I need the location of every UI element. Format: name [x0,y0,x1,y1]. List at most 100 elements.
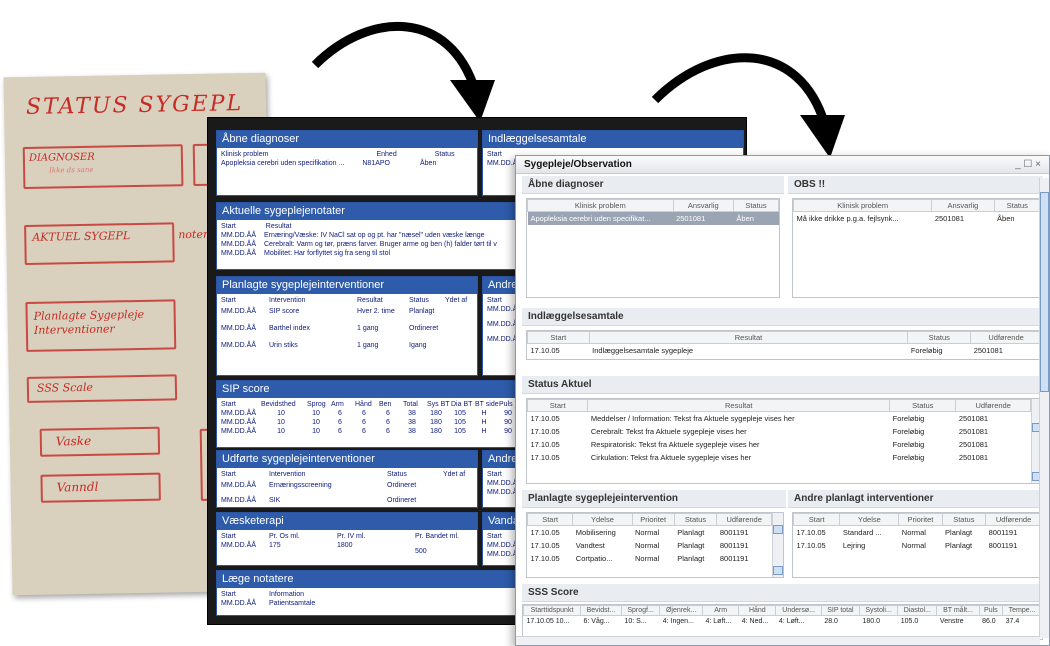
table-row[interactable]: 17.10.05 10... 6: Våg... 10: S... 4: Ingen.… [524,616,1042,628]
window-scroll-thumb[interactable] [1040,192,1049,392]
table-row[interactable]: 17.10.05 Lejring Normal Planlagt 8001191 [794,539,1042,552]
cell: Indlæggelsesamtale sygepleje [592,346,694,355]
table-row[interactable]: Må ikke drikke p.g.a. fejlsynk... 2501081… [794,212,1041,226]
col-header: BT side [475,401,499,408]
col-header[interactable]: Klinisk problem [793,199,933,212]
cell: MM.DD.ÅÅ [221,325,256,332]
col-header[interactable]: BT målt... [936,605,980,616]
col-header[interactable]: Starttidspunkt [523,605,581,616]
obs-table[interactable]: Klinisk problem Ansvarlig Status Må ikke d… [792,198,1042,298]
cell: Mobilisering [575,528,616,537]
col-header[interactable]: Start [527,399,589,412]
scroll-down-icon[interactable] [773,566,783,575]
cell: MM.DD.ÅÅ [221,542,256,549]
cell: Foreløbig [892,453,925,462]
col-header[interactable]: Undersø... [775,605,822,616]
cell: 6 [338,410,342,417]
table-row[interactable]: 17.10.05 Respiratorisk: Tekst fra Aktuele… [528,438,1031,451]
window-titlebar: Sygepleje/Observation _ ☐ × [516,156,1049,174]
cell: Normal [901,541,926,550]
sss-table[interactable]: Starttidspunkt Bevidst... Sprogf... Øjenrek… [522,604,1043,640]
col-header[interactable]: Prioritet [631,513,675,526]
col-header[interactable]: Status [941,513,987,526]
cell: SIP score [269,308,300,315]
col-header[interactable]: Klinisk problem [527,199,674,212]
col-header[interactable]: Ydelse [839,513,900,526]
plan-scrollbar[interactable] [772,513,783,577]
col-header[interactable]: Ansvarlig [931,199,995,212]
col-header[interactable]: Status [889,399,957,412]
cell: 6 [338,419,342,426]
col-header: Start [221,533,236,540]
panel-title: Åbne diagnoser [217,131,477,148]
col-header[interactable]: Arm [701,605,740,616]
col-header[interactable]: Ydelse [572,513,633,526]
col-header[interactable]: Status [907,331,972,344]
section-obs: OBS !! Klinisk problem Ansvarlig Status Må… [788,176,1043,304]
col-header[interactable]: Resultat [587,399,891,412]
cell: Standard ... [842,528,882,537]
col-header[interactable]: Udførende [985,513,1042,526]
col-header[interactable]: Udførende [970,331,1042,344]
indl-table[interactable]: Start Resultat Status Udførende 17.10.05 Ind… [526,330,1043,360]
col-header[interactable]: Øjenrek... [659,605,703,616]
table-row[interactable]: 17.10.05 Cirkulation: Tekst fra Aktuele s… [528,451,1031,464]
table-row[interactable]: Apopleksia cerebri uden specifikat... 250… [527,211,779,225]
paper-label: SSS Scale [36,380,94,395]
col-header[interactable]: Puls [978,605,1004,616]
col-header[interactable]: Udførende [955,399,1031,412]
window-scrollbar[interactable] [1039,178,1049,638]
col-header[interactable]: Start [527,513,574,526]
table-row[interactable]: 17.10.05 Meddelser / Information: Tekst f… [528,412,1031,426]
table-row[interactable]: 17.10.05 Standard ... Normal Planlagt 800119… [794,526,1042,540]
col-header: Sprog [307,401,326,408]
col-header[interactable]: Hånd [738,605,777,616]
table-row[interactable]: 17.10.05 Mobilisering Normal Planlagt 800119… [528,526,772,540]
cell: Hver 2. time [357,308,395,315]
cell: 10: S... [624,618,647,625]
cell: Normal [635,554,660,563]
cell: Barthel index [269,325,310,332]
cell: 38 [408,410,416,417]
col-header[interactable]: Status [673,513,718,526]
diag-table[interactable]: Klinisk problem Ansvarlig Status Apopleksi… [526,198,780,298]
window-hscrollbar[interactable] [516,636,1040,645]
section-indlaeggelsesamtale: Indlæggelsesamtale Start Resultat Status Ud… [522,308,1043,364]
col-header[interactable]: Bevidst... [580,605,622,616]
cell: Meddelser / Information: Tekst fra Aktue… [590,414,795,423]
andre-table[interactable]: Start Ydelse Prioritet Status Udførende 17.10… [792,512,1043,578]
col-header[interactable]: Resultat [588,331,909,344]
paper-label: Vaske [55,433,92,449]
cell: Ordineret [409,325,439,332]
col-header[interactable]: Diastol... [897,605,938,616]
col-header[interactable]: Status [732,199,779,212]
cell: 6 [386,428,390,435]
col-header[interactable]: Udførende [716,513,772,526]
col-header[interactable]: SIP total [820,605,860,616]
col-header[interactable]: Systoli... [858,605,899,616]
scroll-up-icon[interactable] [773,525,783,534]
table-row[interactable]: 17.10.05 Cortpatio... Normal Planlagt 800119… [528,552,772,565]
paper-box-vaske: Vaske [39,426,161,457]
cell: Normal [635,541,660,550]
col-header[interactable]: Prioritet [898,513,943,526]
cell: MM.DD.ÅÅ [221,342,256,349]
cell: N81APO [362,160,390,167]
cell: 38 [408,419,416,426]
status-table[interactable]: Start Resultat Status Udførende 17.10.05 Medd… [526,398,1043,484]
table-row[interactable]: 17.10.05 Vandtest Normal Planlagt 8001191 [528,539,772,552]
col-header[interactable]: Start [527,331,590,344]
cell: 17.10.05 [530,554,560,563]
col-header[interactable]: Ansvarlig [672,199,734,212]
col-header[interactable]: Sprogf... [620,605,661,616]
col-header[interactable]: Status [993,199,1041,212]
table-row[interactable]: 17.10.05 Cerebralt: Tekst fra Aktuele syg… [528,425,1031,438]
window-controls[interactable]: _ ☐ × [1015,159,1041,170]
table-row[interactable]: 17.10.05 Indlæggelsesamtale sygepleje Fore… [528,344,1042,358]
col-header[interactable]: Tempe... [1002,605,1042,616]
col-header: Information [269,591,305,598]
col-header: Intervention [269,471,306,478]
plan-table[interactable]: Start Ydelse Prioritet Status Udførende 17.10… [526,512,784,578]
cell: 6 [386,419,390,426]
col-header[interactable]: Start [793,513,841,526]
